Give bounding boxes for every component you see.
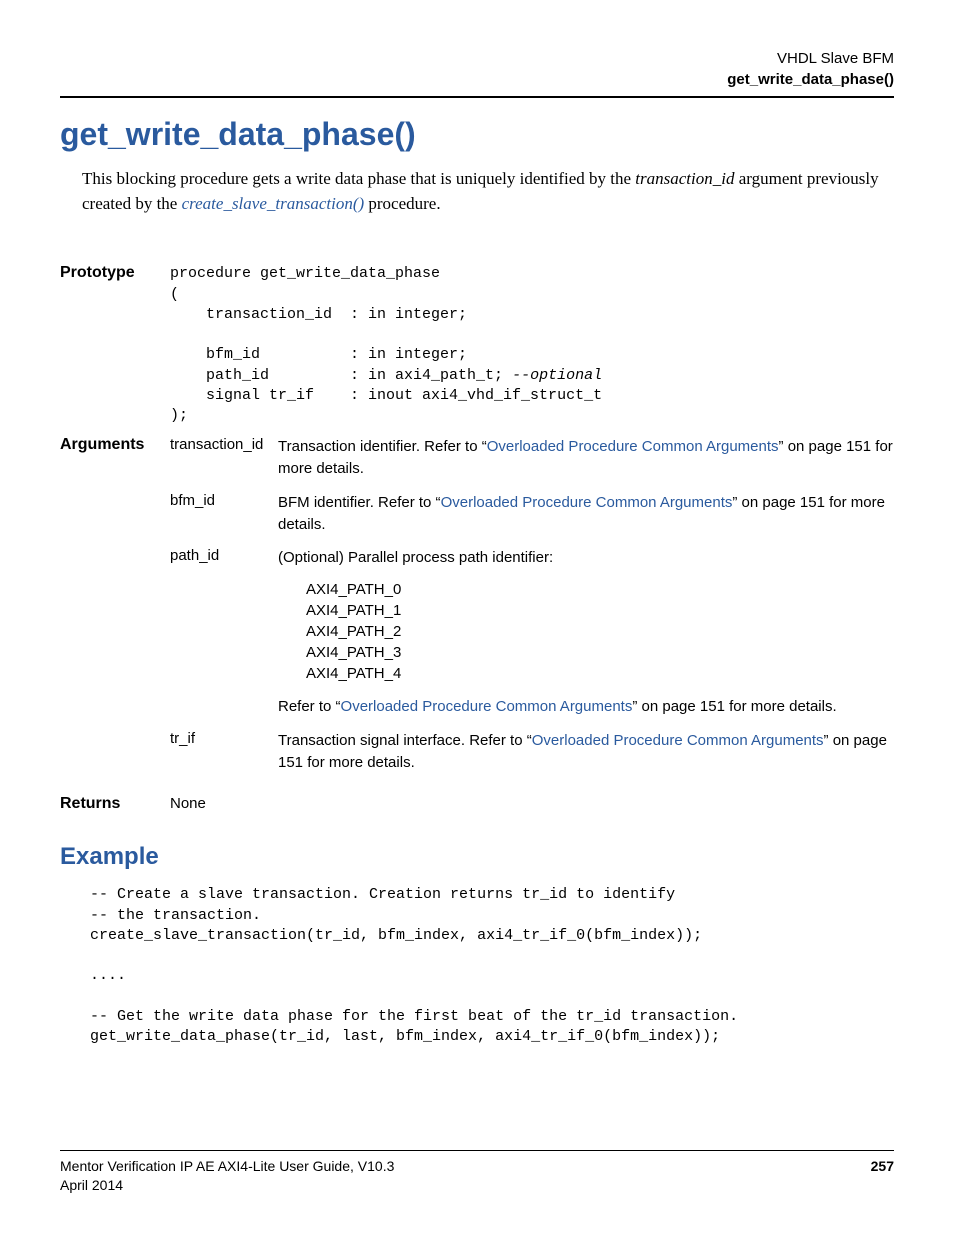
header-topic: get_write_data_phase() [60, 69, 894, 90]
arg-name-transaction-id: transaction_id [170, 436, 278, 453]
prototype-code: procedure get_write_data_phase ( transac… [170, 264, 602, 426]
arg-row-transaction-id: transaction_id Transaction identifier. R… [170, 436, 894, 480]
arg-path-id-intro: (Optional) Parallel process path identif… [278, 547, 894, 569]
example-heading: Example [60, 843, 894, 871]
intro-link[interactable]: create_slave_transaction() [182, 194, 365, 213]
intro-param: transaction_id [635, 169, 734, 188]
page-footer: Mentor Verification IP AE AXI4-Lite User… [60, 1150, 894, 1195]
arg-link-transaction-id[interactable]: Overloaded Procedure Common Arguments [487, 438, 779, 455]
page-title: get_write_data_phase() [60, 116, 894, 153]
prototype-label: Prototype [60, 264, 170, 282]
arg-row-bfm-id: bfm_id BFM identifier. Refer to “Overloa… [170, 492, 894, 536]
arg-name-path-id: path_id [170, 547, 278, 564]
arg-desc-transaction-id: Transaction identifier. Refer to “Overlo… [278, 436, 894, 480]
footer-doc-title: Mentor Verification IP AE AXI4-Lite User… [60, 1157, 394, 1176]
arguments-block: Arguments transaction_id Transaction ide… [60, 436, 894, 785]
footer-rule [60, 1150, 894, 1151]
arg-path-id-ref: Refer to “Overloaded Procedure Common Ar… [278, 696, 894, 718]
header-rule [60, 96, 894, 98]
header-section: VHDL Slave BFM [60, 48, 894, 69]
arg-name-bfm-id: bfm_id [170, 492, 278, 509]
footer-left: Mentor Verification IP AE AXI4-Lite User… [60, 1157, 394, 1195]
arg-row-tr-if: tr_if Transaction signal interface. Refe… [170, 730, 894, 774]
arguments-label: Arguments [60, 436, 170, 454]
arg-desc-bfm-id: BFM identifier. Refer to “Overloaded Pro… [278, 492, 894, 536]
returns-row: Returns None [60, 795, 894, 813]
prototype-row: Prototype procedure get_write_data_phase… [60, 264, 894, 426]
footer-page-number: 257 [871, 1157, 894, 1195]
intro-text-pre: This blocking procedure gets a write dat… [82, 169, 635, 188]
example-code: -- Create a slave transaction. Creation … [90, 885, 894, 1047]
arg-row-path-id: path_id (Optional) Parallel process path… [170, 547, 894, 718]
arg-link-bfm-id[interactable]: Overloaded Procedure Common Arguments [441, 494, 733, 511]
path-id-values: AXI4_PATH_0 AXI4_PATH_1 AXI4_PATH_2 AXI4… [306, 579, 894, 684]
arg-desc-tr-if: Transaction signal interface. Refer to “… [278, 730, 894, 774]
intro-paragraph: This blocking procedure gets a write dat… [82, 167, 894, 216]
arg-link-tr-if[interactable]: Overloaded Procedure Common Arguments [532, 732, 824, 749]
intro-text-post: procedure. [364, 194, 440, 213]
arg-link-path-id[interactable]: Overloaded Procedure Common Arguments [341, 698, 633, 715]
arg-desc-path-id: (Optional) Parallel process path identif… [278, 547, 894, 718]
arg-name-tr-if: tr_if [170, 730, 278, 747]
returns-value: None [170, 795, 278, 812]
returns-label: Returns [60, 795, 170, 813]
page-header: VHDL Slave BFM get_write_data_phase() [60, 48, 894, 90]
footer-date: April 2014 [60, 1176, 394, 1195]
